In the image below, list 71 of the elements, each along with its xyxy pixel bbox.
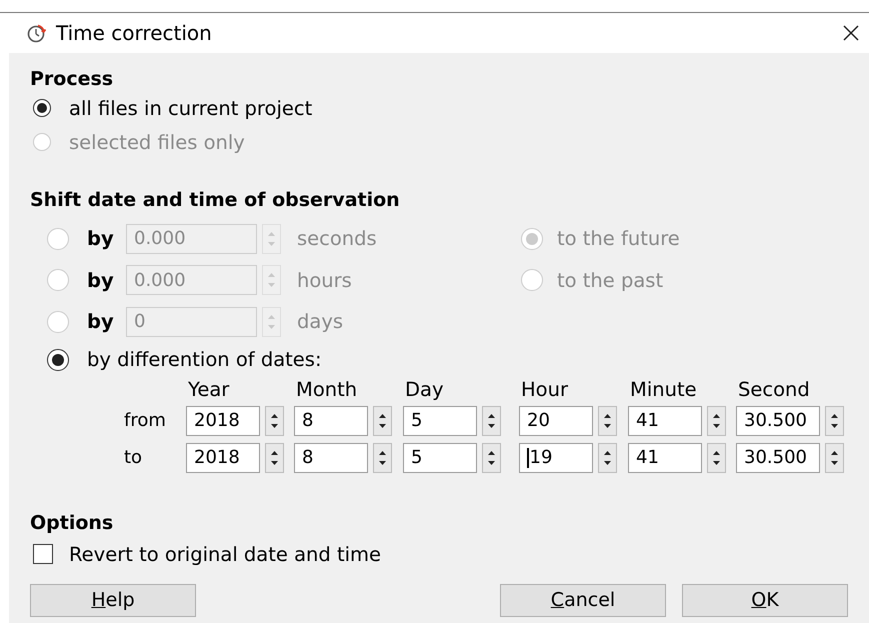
number-field[interactable]: 41 <box>628 406 702 436</box>
spin-button[interactable] <box>825 442 844 472</box>
number-field[interactable]: 30.500 <box>736 442 820 472</box>
close-icon[interactable] <box>843 25 859 41</box>
row-label: from <box>124 409 166 432</box>
checkbox[interactable] <box>33 544 53 564</box>
dialog-button[interactable]: Help <box>30 584 196 616</box>
unit-label: hours <box>297 268 352 292</box>
number-field[interactable]: 5 <box>403 442 477 472</box>
column-header: Day <box>405 378 444 400</box>
section-heading: Shift date and time of observation <box>30 189 401 212</box>
radio-label: to the future <box>557 227 680 250</box>
radio-label: all files in current project <box>69 96 312 120</box>
spin-button[interactable] <box>265 442 284 472</box>
up-down-arrows-icon <box>603 448 612 466</box>
number-field[interactable]: 30.500 <box>736 406 820 436</box>
up-down-arrows-icon <box>712 412 721 430</box>
number-field[interactable]: 20 <box>519 406 593 436</box>
up-down-arrows-icon <box>603 412 612 430</box>
spin-button[interactable] <box>373 442 392 472</box>
spin-button[interactable] <box>598 442 617 472</box>
column-header: Year <box>188 378 230 400</box>
clock-icon <box>26 23 46 43</box>
radio-label: selected files only <box>69 130 245 154</box>
spin-button[interactable] <box>373 406 392 436</box>
up-down-arrows-icon <box>830 448 839 466</box>
up-down-arrows-icon <box>712 448 721 466</box>
up-down-arrows-icon <box>270 412 279 430</box>
dialog-button[interactable]: Cancel <box>500 584 666 616</box>
up-down-arrows-icon <box>267 230 276 248</box>
column-header: Month <box>296 378 358 400</box>
up-down-arrows-icon <box>830 412 839 430</box>
radio-label: by <box>87 310 115 334</box>
unit-label: seconds <box>297 227 377 250</box>
window-title: Time correction <box>56 22 213 44</box>
up-down-arrows-icon <box>267 312 276 331</box>
unit-label: days <box>297 310 344 334</box>
spin-button[interactable] <box>482 406 501 436</box>
number-field[interactable]: 5 <box>403 406 477 436</box>
number-field[interactable]: 8 <box>294 406 368 436</box>
radio-label: by differention of dates: <box>87 348 322 371</box>
radio-button[interactable] <box>33 99 51 117</box>
radio-label: by <box>87 227 115 250</box>
row-label: to <box>124 446 142 469</box>
spin-button[interactable] <box>707 406 726 436</box>
number-field[interactable]: 19 <box>519 442 593 472</box>
radio-button[interactable] <box>47 348 69 370</box>
spin-button[interactable] <box>825 406 844 436</box>
up-down-arrows-icon <box>267 271 276 290</box>
number-field[interactable]: 2018 <box>186 406 260 436</box>
section-heading: Process <box>30 68 114 91</box>
section-heading: Options <box>30 512 114 534</box>
spin-button[interactable] <box>482 442 501 472</box>
up-down-arrows-icon <box>487 448 496 466</box>
up-down-arrows-icon <box>378 448 387 466</box>
number-field[interactable]: 2018 <box>186 442 260 472</box>
up-down-arrows-icon <box>270 448 279 466</box>
spin-button[interactable] <box>598 406 617 436</box>
number-field[interactable]: 41 <box>628 442 702 472</box>
up-down-arrows-icon <box>487 412 496 430</box>
radio-label: by <box>87 268 115 292</box>
dialog-button[interactable]: OK <box>682 584 848 616</box>
radio-label: to the past <box>557 268 664 292</box>
spin-button[interactable] <box>265 406 284 436</box>
checkbox-label: Revert to original date and time <box>69 542 382 566</box>
up-down-arrows-icon <box>378 412 387 430</box>
column-header: Minute <box>630 378 697 400</box>
spin-button[interactable] <box>707 442 726 472</box>
column-header: Hour <box>521 378 568 400</box>
number-field[interactable]: 8 <box>294 442 368 472</box>
column-header: Second <box>738 378 810 400</box>
